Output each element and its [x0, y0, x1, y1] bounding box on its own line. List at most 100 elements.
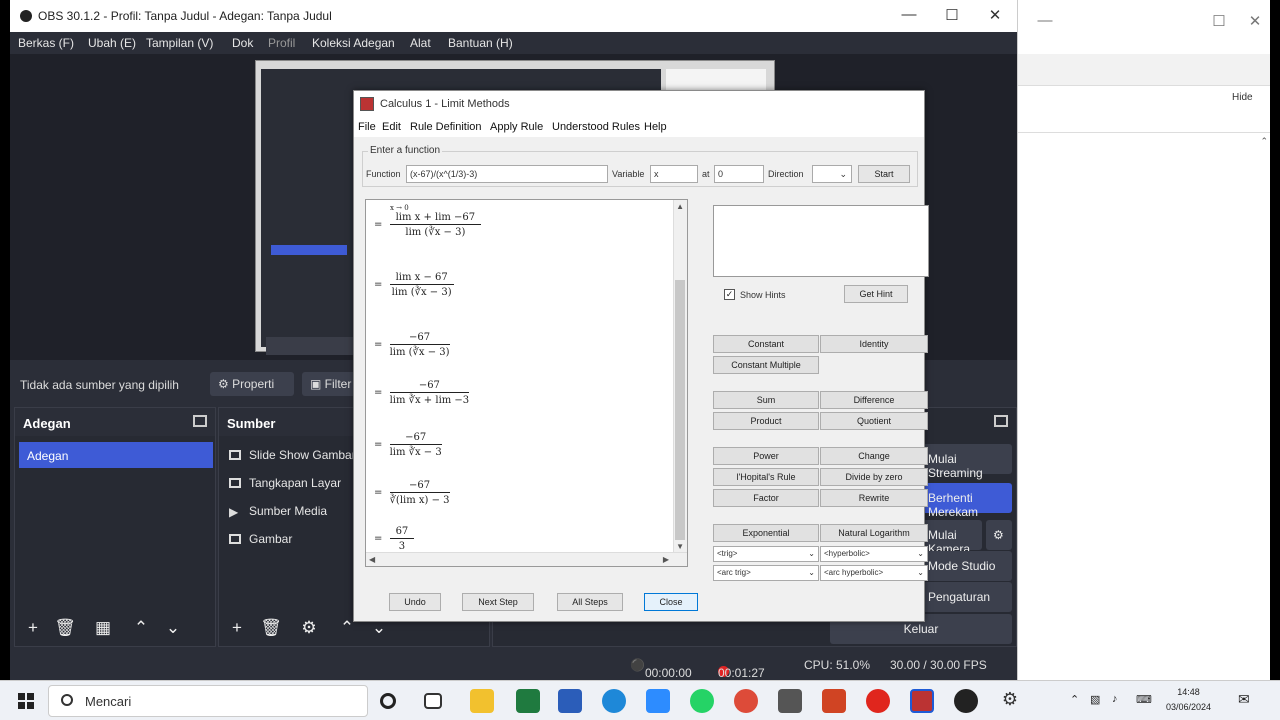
- move-down-icon[interactable]: ⌄: [161, 618, 185, 638]
- gear-icon[interactable]: ⚙: [297, 618, 321, 638]
- scroll-thumb[interactable]: [675, 280, 685, 540]
- gear-icon[interactable]: ⚙: [998, 689, 1022, 713]
- menu-help[interactable]: Bantuan (H): [448, 36, 513, 50]
- menu-tools[interactable]: Alat: [410, 36, 431, 50]
- obs-icon[interactable]: [954, 689, 978, 713]
- source-item-screen-capture[interactable]: Tangkapan Layar: [229, 476, 341, 490]
- menu-dock[interactable]: Dok: [232, 36, 253, 50]
- rule-lhopital-button[interactable]: l'Hopital's Rule: [713, 468, 819, 486]
- source-item-slideshow[interactable]: Slide Show Gambar: [229, 448, 356, 462]
- chrome-icon[interactable]: [734, 689, 758, 713]
- settings-button[interactable]: Pengaturan: [920, 582, 1012, 612]
- scene-item[interactable]: Adegan: [19, 442, 213, 468]
- trig-select[interactable]: <trig> ⌄: [713, 546, 819, 562]
- show-hints-checkbox[interactable]: ✓: [724, 289, 735, 300]
- mail-icon[interactable]: [778, 689, 802, 713]
- calculus-app-icon[interactable]: [910, 689, 934, 713]
- rule-exponential-button[interactable]: Exponential: [713, 524, 819, 542]
- rule-power-button[interactable]: Power: [713, 447, 819, 465]
- direction-select[interactable]: ⌄: [812, 165, 852, 183]
- rule-divide-by-zero-button[interactable]: Divide by zero: [820, 468, 928, 486]
- network-icon[interactable]: ▧: [1090, 693, 1100, 706]
- rule-rewrite-button[interactable]: Rewrite: [820, 489, 928, 507]
- virtual-camera-button[interactable]: Mulai Kamera Virtual: [920, 520, 982, 570]
- scroll-up-icon[interactable]: ⌃: [1260, 136, 1268, 147]
- rule-factor-button[interactable]: Factor: [713, 489, 819, 507]
- menu-file[interactable]: Berkas (F): [18, 36, 74, 50]
- undock-icon[interactable]: [193, 415, 207, 427]
- maximize-icon[interactable]: ☐: [1204, 12, 1234, 30]
- word-icon[interactable]: [558, 689, 582, 713]
- rule-identity-button[interactable]: Identity: [820, 335, 928, 353]
- taskbar-search[interactable]: Mencari: [48, 685, 368, 717]
- at-input[interactable]: 0: [714, 165, 764, 183]
- vertical-scrollbar[interactable]: [673, 200, 687, 552]
- zoom-icon[interactable]: [646, 689, 670, 713]
- file-explorer-icon[interactable]: [470, 689, 494, 713]
- add-icon[interactable]: +: [225, 618, 249, 638]
- keyboard-icon[interactable]: ⌨: [1136, 693, 1152, 706]
- source-item-image[interactable]: Gambar: [229, 532, 292, 546]
- scroll-down-icon[interactable]: ▼: [676, 542, 684, 551]
- math-steps-panel[interactable]: x → 0 = lim x + lim −67 lim (∛x − 3) = li…: [365, 199, 688, 567]
- menu-scene-collection[interactable]: Koleksi Adegan: [312, 36, 395, 50]
- rule-product-button[interactable]: Product: [713, 412, 819, 430]
- task-view-icon[interactable]: [424, 693, 442, 709]
- rule-constant-multiple-button[interactable]: Constant Multiple: [713, 356, 819, 374]
- powerpoint-icon[interactable]: [822, 689, 846, 713]
- hyperbolic-select[interactable]: <hyperbolic> ⌄: [820, 546, 928, 562]
- windows-start-icon[interactable]: [18, 693, 34, 709]
- volume-icon[interactable]: ♪: [1112, 693, 1118, 705]
- trash-icon[interactable]: 🗑: [259, 618, 283, 638]
- close-button[interactable]: Close: [644, 593, 698, 611]
- menu-profile[interactable]: Profil: [268, 36, 295, 50]
- opera-icon[interactable]: [866, 689, 890, 713]
- arc-trig-select[interactable]: <arc trig> ⌄: [713, 565, 819, 581]
- menu-view[interactable]: Tampilan (V): [146, 36, 213, 50]
- whatsapp-icon[interactable]: [690, 689, 714, 713]
- variable-input[interactable]: x: [650, 165, 698, 183]
- close-icon[interactable]: ✕: [1240, 12, 1270, 30]
- menu-understood-rules[interactable]: Understood Rules: [552, 121, 640, 133]
- minimize-icon[interactable]: —: [1030, 12, 1060, 29]
- arc-hyperbolic-select[interactable]: <arc hyperbolic> ⌄: [820, 565, 928, 581]
- menu-edit[interactable]: Edit: [382, 121, 401, 133]
- function-input[interactable]: (x-67)/(x^(1/3)-3): [406, 165, 608, 183]
- horizontal-scrollbar[interactable]: [366, 552, 687, 566]
- scroll-left-icon[interactable]: ◀: [369, 555, 375, 564]
- menu-help[interactable]: Help: [644, 121, 667, 133]
- rule-quotient-button[interactable]: Quotient: [820, 412, 928, 430]
- minimize-icon[interactable]: —: [894, 6, 924, 23]
- studio-mode-button[interactable]: Mode Studio: [920, 551, 1012, 581]
- rule-natural-log-button[interactable]: Natural Logarithm: [820, 524, 928, 542]
- scroll-up-icon[interactable]: ▲: [676, 202, 684, 211]
- rule-change-button[interactable]: Change: [820, 447, 928, 465]
- stop-recording-button[interactable]: Berhenti Merekam: [920, 483, 1012, 519]
- rule-sum-button[interactable]: Sum: [713, 391, 819, 409]
- maximize-icon[interactable]: ☐: [937, 6, 967, 24]
- menu-apply-rule[interactable]: Apply Rule: [490, 121, 543, 133]
- add-icon[interactable]: +: [21, 618, 45, 638]
- move-up-icon[interactable]: ⌃: [129, 618, 153, 638]
- filters-icon[interactable]: ▦: [91, 618, 115, 638]
- close-icon[interactable]: ✕: [980, 6, 1010, 24]
- get-hint-button[interactable]: Get Hint: [844, 285, 908, 303]
- undo-button[interactable]: Undo: [389, 593, 441, 611]
- chevron-up-icon[interactable]: ⌃: [1070, 693, 1079, 706]
- excel-icon[interactable]: [516, 689, 540, 713]
- source-item-media[interactable]: ▶ Sumber Media: [229, 504, 327, 519]
- trash-icon[interactable]: 🗑: [53, 618, 77, 638]
- all-steps-button[interactable]: All Steps: [557, 593, 623, 611]
- cortana-icon[interactable]: [380, 693, 396, 709]
- next-step-button[interactable]: Next Step: [462, 593, 534, 611]
- menu-file[interactable]: File: [358, 121, 376, 133]
- scroll-right-icon[interactable]: ▶: [663, 555, 669, 564]
- menu-edit[interactable]: Ubah (E): [88, 36, 136, 50]
- start-streaming-button[interactable]: Mulai Streaming: [920, 444, 1012, 480]
- notification-icon[interactable]: ✉: [1238, 691, 1250, 708]
- rule-constant-button[interactable]: Constant: [713, 335, 819, 353]
- undock-icon[interactable]: [994, 415, 1008, 427]
- gear-icon[interactable]: ⚙: [986, 520, 1012, 550]
- properties-button[interactable]: ⚙ Properti: [210, 372, 294, 396]
- menu-rule-definition[interactable]: Rule Definition: [410, 121, 482, 133]
